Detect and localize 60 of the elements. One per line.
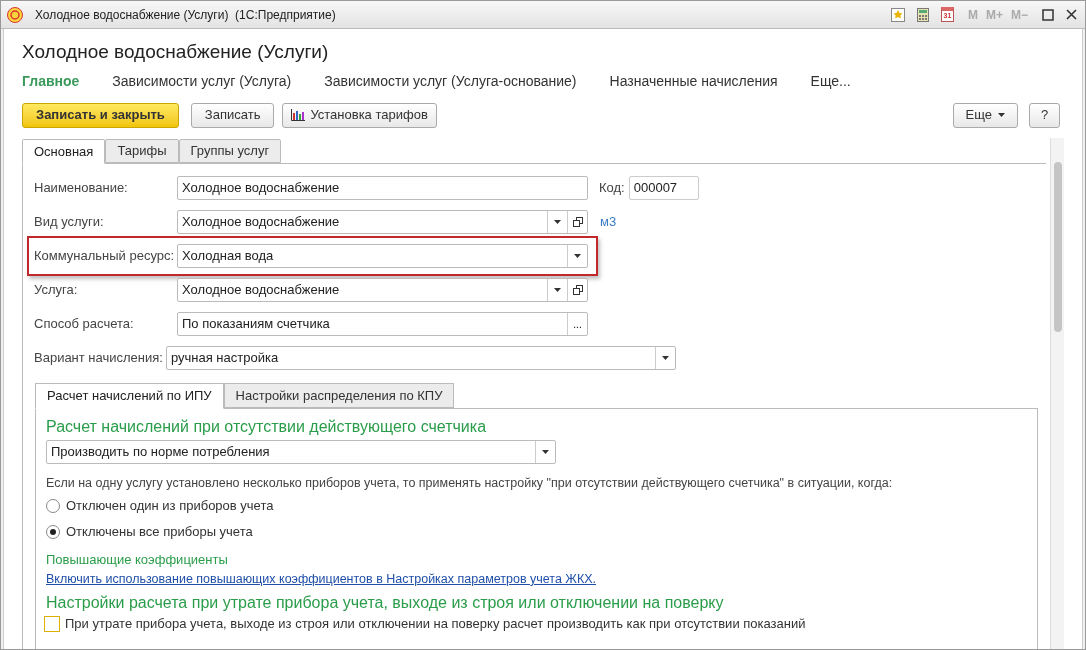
field-label: Вид услуги: bbox=[34, 213, 105, 232]
radio-label: Отключены все приборы учета bbox=[66, 523, 253, 541]
select-field[interactable]: Производить по норме потребления bbox=[46, 440, 556, 464]
unit-link[interactable]: м3 bbox=[600, 212, 617, 232]
open-icon bbox=[572, 285, 583, 295]
maximize-icon[interactable] bbox=[1042, 8, 1054, 21]
section-heading: Расчет начислений при отсутствии действующего счетчика bbox=[46, 417, 488, 437]
tab[interactable]: Расчет начислений по ИПУ bbox=[35, 383, 224, 409]
tariff-button[interactable]: Установка тарифов bbox=[282, 102, 437, 128]
nav-link[interactable]: Назначенные начисления bbox=[609, 70, 778, 92]
nav-link[interactable]: Зависимости услуг (Услуга) bbox=[112, 70, 292, 92]
field-label: Способ расчета: bbox=[34, 315, 135, 334]
code-label: Код: bbox=[599, 179, 625, 198]
select-field[interactable]: Холодная вода bbox=[177, 244, 588, 268]
caret-icon bbox=[998, 113, 1005, 117]
tab[interactable]: Группы услуг bbox=[178, 139, 282, 163]
choice-button[interactable]: ... bbox=[567, 313, 587, 335]
tab[interactable]: Основная bbox=[22, 139, 106, 164]
open-icon bbox=[572, 217, 583, 227]
radio-label: Отключен один из приборов учета bbox=[66, 497, 274, 515]
checkbox[interactable] bbox=[44, 615, 60, 632]
help-button[interactable]: ? bbox=[1029, 102, 1060, 128]
settings-link[interactable]: Включить использование повышающих коэффициентов в Настройках параметров учета ЖКХ. bbox=[46, 569, 1027, 590]
field-label: Вариант начисления: bbox=[34, 349, 164, 368]
radio-button[interactable] bbox=[46, 524, 60, 539]
select-field[interactable]: ручная настройка bbox=[165, 346, 676, 370]
tab[interactable]: Настройки распределения по КПУ bbox=[223, 383, 455, 408]
nav-link[interactable]: Еще... bbox=[810, 70, 851, 92]
checkbox-label: При утрате прибора учета, выходе из строя или отключении на поверку расчет производить как при отсутствии показаний bbox=[65, 614, 806, 633]
caret-icon bbox=[542, 450, 549, 454]
tab[interactable]: Тарифы bbox=[105, 139, 179, 163]
bar-chart-icon bbox=[291, 109, 306, 121]
radio-button[interactable] bbox=[46, 498, 60, 513]
caret-icon bbox=[574, 254, 581, 258]
window-title: Холодное водоснабжение (Услуги) (1С:Предприятие) bbox=[35, 6, 336, 24]
field-label: Услуга: bbox=[34, 281, 79, 300]
note-text: Если на одну услугу установлено несколько приборов учета, то применять настройку "при отсутствии действующего счетчика" в ситуации, когда: bbox=[46, 475, 894, 492]
calculator-icon[interactable] bbox=[916, 7, 929, 22]
nav-link[interactable]: Зависимости услуг (Услуга-основание) bbox=[324, 70, 577, 92]
subheading: Повышающие коэффициенты bbox=[46, 550, 229, 569]
more-button[interactable]: Еще bbox=[952, 102, 1018, 128]
input-field[interactable]: Холодное водоснабжение bbox=[177, 176, 588, 200]
favorite-icon[interactable] bbox=[890, 7, 905, 22]
select-field[interactable]: По показаниям счетчика ... bbox=[177, 312, 588, 336]
save-button[interactable]: Записать bbox=[190, 102, 275, 128]
app-logo-icon bbox=[7, 6, 23, 23]
code-field[interactable]: 000007 bbox=[628, 176, 699, 200]
close-icon[interactable] bbox=[1066, 9, 1077, 20]
nav-link[interactable]: Главное bbox=[22, 70, 80, 92]
caret-icon bbox=[661, 356, 669, 360]
field-label: Коммунальный ресурс: bbox=[34, 247, 176, 266]
section-heading: Настройки расчета при утрате прибора учета, выходе из строя или отключении на поверку bbox=[46, 592, 725, 613]
form-title: Холодное водоснабжение (Услуги) bbox=[22, 40, 330, 64]
scrollbar[interactable] bbox=[1050, 138, 1064, 649]
select-field[interactable]: Холодное водоснабжение bbox=[177, 210, 588, 234]
select-field[interactable]: Холодное водоснабжение bbox=[177, 278, 588, 302]
caret-icon bbox=[554, 288, 561, 292]
save-close-button[interactable]: Записать и закрыть bbox=[22, 102, 179, 128]
field-label: Наименование: bbox=[34, 179, 129, 198]
caret-icon bbox=[554, 220, 561, 224]
